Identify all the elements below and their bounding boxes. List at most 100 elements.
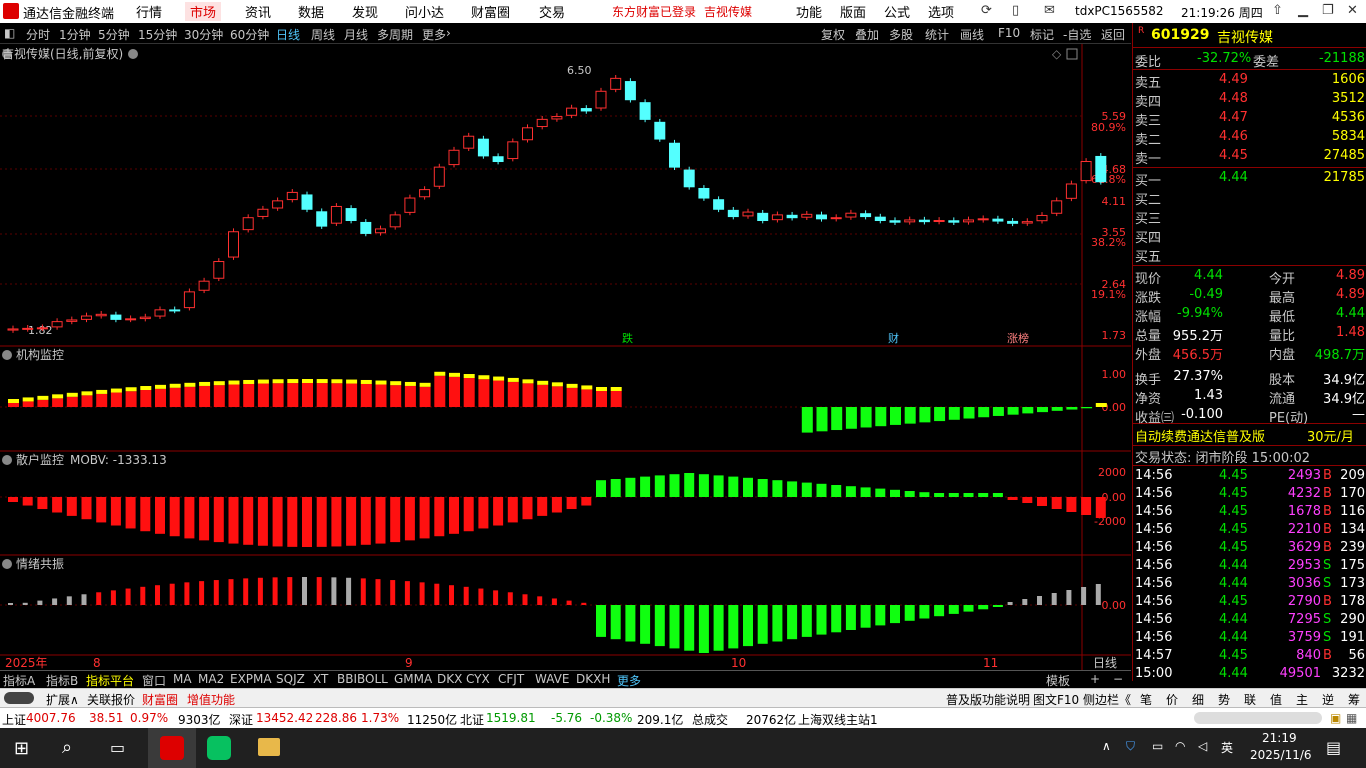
- indicator-tab[interactable]: MA2: [198, 672, 224, 686]
- login-status[interactable]: 东方财富已登录: [612, 3, 696, 20]
- battery-icon[interactable]: ▭: [1152, 739, 1163, 768]
- period-intraday[interactable]: 分时: [26, 26, 50, 43]
- indicator-tab[interactable]: 更多: [617, 672, 641, 689]
- annotation-finance[interactable]: 财: [888, 331, 899, 345]
- wealth-circle-button[interactable]: 财富圈: [142, 691, 178, 708]
- tray-chevron-icon[interactable]: ∧: [1102, 739, 1111, 768]
- current-stock-link[interactable]: 吉视传媒: [704, 3, 752, 20]
- wifi-icon[interactable]: ◠: [1175, 739, 1185, 768]
- taskbar-date[interactable]: 2025/11/6: [1250, 748, 1312, 768]
- side-tab-ticks[interactable]: 笔: [1140, 691, 1152, 708]
- action-overlay[interactable]: 叠加: [855, 26, 879, 43]
- minimize-icon[interactable]: ▁: [1298, 3, 1308, 18]
- bz-label[interactable]: 北证: [460, 711, 484, 728]
- indicator-tab[interactable]: SQJZ: [276, 672, 305, 686]
- f10-link[interactable]: 图文F10: [1033, 691, 1079, 708]
- panel-layout-icon[interactable]: [1066, 48, 1078, 60]
- ad-text[interactable]: 自动续费通达信普及版: [1135, 426, 1265, 445]
- side-tab-detail[interactable]: 细: [1192, 691, 1204, 708]
- action-back[interactable]: 返回: [1101, 26, 1125, 43]
- side-tab-value[interactable]: 值: [1270, 691, 1282, 708]
- collapse-icon[interactable]: [2, 350, 12, 360]
- zoom-in-button[interactable]: +: [1090, 672, 1100, 686]
- value-added-button[interactable]: 增值功能: [187, 691, 235, 708]
- restore-icon[interactable]: ❐: [1322, 3, 1334, 18]
- indicator-tab[interactable]: GMMA: [394, 672, 432, 686]
- action-f10[interactable]: F10: [998, 26, 1020, 40]
- period-daily[interactable]: 日线: [276, 26, 300, 43]
- indicator-tab[interactable]: 窗口: [142, 672, 166, 689]
- action-adjust[interactable]: 复权: [821, 26, 845, 43]
- annotation-top-gainers[interactable]: 涨榜: [1007, 331, 1029, 345]
- tdx-app-button[interactable]: [148, 728, 196, 768]
- annotation-drop[interactable]: 跌: [622, 331, 633, 345]
- help-link[interactable]: 普及版功能说明: [946, 691, 1030, 708]
- menu-item-formula[interactable]: 公式: [884, 2, 910, 21]
- panel-toggle-icon[interactable]: ◧: [4, 26, 15, 40]
- volume-icon[interactable]: ◁: [1198, 739, 1207, 768]
- side-tab-reverse[interactable]: 逆: [1322, 691, 1334, 708]
- windows-start-icon[interactable]: ⊞: [14, 738, 29, 768]
- wechat-icon[interactable]: [207, 736, 231, 760]
- shield-icon[interactable]: ⛉: [1126, 739, 1135, 768]
- indicator-tab[interactable]: 指标平台: [86, 672, 134, 689]
- side-tab-related[interactable]: 联: [1244, 691, 1256, 708]
- dropdown-icon[interactable]: [128, 49, 138, 59]
- chart-area[interactable]: 吉视传媒(日线,前复权) ◇ 机构监控 散户监控 MOBV: -1333.13 …: [0, 44, 1131, 670]
- menu-item-wealth-circle[interactable]: 财富圈: [471, 2, 510, 21]
- menu-item-quotes[interactable]: 行情: [136, 2, 162, 21]
- yellow-icon[interactable]: ▣: [1330, 711, 1341, 725]
- indicator-tab[interactable]: WAVE: [535, 672, 569, 686]
- indicator-tab[interactable]: CFJT: [498, 672, 524, 686]
- period-weekly[interactable]: 周线: [311, 26, 335, 43]
- sidebar-toggle[interactable]: 侧边栏《: [1083, 691, 1131, 708]
- period-1min[interactable]: 1分钟: [59, 26, 91, 43]
- refresh-icon[interactable]: ⟳: [981, 3, 992, 18]
- chevron-right-icon[interactable]: ›: [446, 26, 451, 40]
- close-icon[interactable]: ✕: [1347, 3, 1358, 18]
- indicator-tab[interactable]: CYX: [466, 672, 490, 686]
- action-mark[interactable]: 标记: [1030, 26, 1054, 43]
- menu-item-layout[interactable]: 版面: [840, 2, 866, 21]
- mail-icon[interactable]: ✉: [1044, 3, 1055, 18]
- grid-icon[interactable]: ▦: [1346, 711, 1357, 725]
- template-button[interactable]: 模板: [1046, 672, 1070, 689]
- server-name[interactable]: 上海双线主站1: [798, 711, 878, 728]
- indicator-tab[interactable]: EXPMA: [230, 672, 272, 686]
- action-watchlist[interactable]: -自选: [1063, 26, 1091, 43]
- menu-item-data[interactable]: 数据: [298, 2, 324, 21]
- ad-price[interactable]: 30元/月: [1307, 426, 1354, 445]
- indicator-tab[interactable]: XT: [313, 672, 328, 686]
- indicator-tab[interactable]: 指标A: [3, 672, 35, 689]
- period-multi[interactable]: 多周期: [377, 26, 413, 43]
- side-tab-main[interactable]: 主: [1296, 691, 1308, 708]
- side-tab-price[interactable]: 价: [1166, 691, 1178, 708]
- toggle-switch[interactable]: [4, 692, 34, 704]
- indicator-tab[interactable]: BBIBOLL: [337, 672, 388, 686]
- period-30min[interactable]: 30分钟: [184, 26, 223, 43]
- phone-icon[interactable]: ▯: [1012, 3, 1019, 18]
- menu-item-function[interactable]: 功能: [796, 2, 822, 21]
- scroll-slider[interactable]: [1194, 712, 1322, 724]
- expand-button[interactable]: 扩展∧: [46, 691, 79, 708]
- menu-item-trade[interactable]: 交易: [539, 2, 565, 21]
- action-draw[interactable]: 画线: [960, 26, 984, 43]
- ad-banner[interactable]: 自动续费通达信普及版 30元/月: [1133, 425, 1366, 445]
- diamond-icon[interactable]: ◇: [1052, 47, 1062, 61]
- menu-item-discover[interactable]: 发现: [352, 2, 378, 21]
- menu-item-news[interactable]: 资讯: [245, 2, 271, 21]
- folder-icon[interactable]: [258, 738, 280, 756]
- kline-chart-svg[interactable]: 吉视传媒(日线,前复权) ◇ 机构监控 散户监控 MOBV: -1333.13 …: [0, 44, 1131, 670]
- menu-item-options[interactable]: 选项: [928, 2, 954, 21]
- sz-label[interactable]: 深证: [229, 711, 253, 728]
- zoom-out-button[interactable]: −: [1113, 672, 1123, 686]
- ime-indicator[interactable]: 英: [1221, 739, 1233, 768]
- period-monthly[interactable]: 月线: [344, 26, 368, 43]
- action-multistock[interactable]: 多股: [889, 26, 913, 43]
- collapse-icon[interactable]: [2, 559, 12, 569]
- notification-icon[interactable]: ▤: [1326, 738, 1341, 768]
- task-view-icon[interactable]: ▭: [110, 738, 125, 768]
- indicator-tab[interactable]: DKX: [437, 672, 462, 686]
- period-15min[interactable]: 15分钟: [138, 26, 177, 43]
- period-60min[interactable]: 60分钟: [230, 26, 269, 43]
